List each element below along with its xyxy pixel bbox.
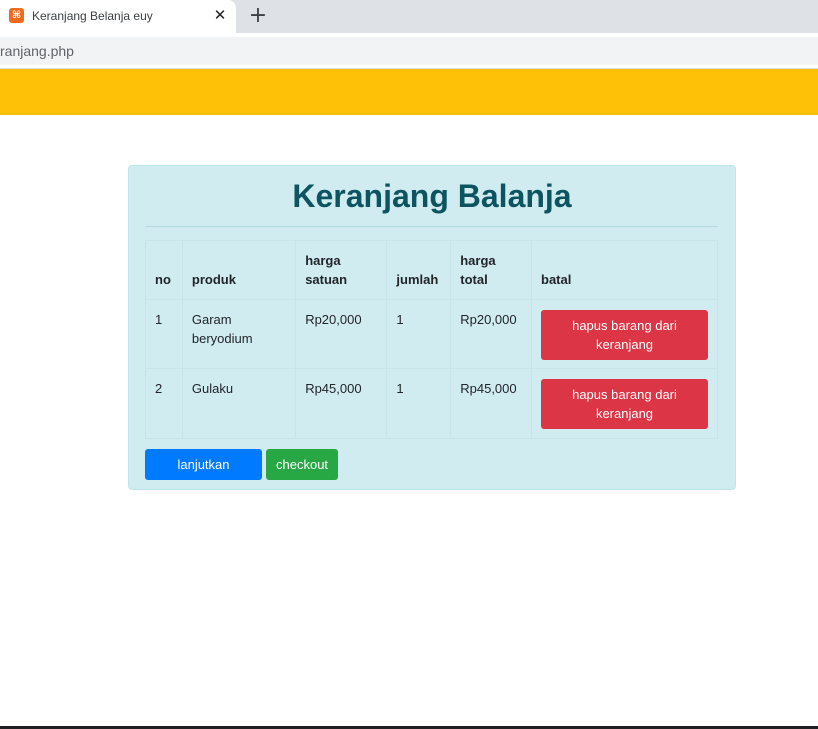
cell-batal: hapus barang dari keranjang	[531, 368, 718, 439]
remove-item-button[interactable]: hapus barang dari keranjang	[541, 379, 708, 429]
cell-harga-total: Rp45,000	[450, 368, 532, 439]
new-tab-icon[interactable]: +	[246, 4, 270, 28]
url-field[interactable]: ranjang.php	[0, 37, 818, 65]
table-header-row: no produk harga satuan jumlah harga total …	[145, 240, 718, 300]
cart-card: Keranjang Balanja no produk harga satuan …	[128, 165, 736, 503]
divider	[145, 226, 718, 227]
page-title: Keranjang Balanja	[292, 178, 572, 214]
cart-table: no produk harga satuan jumlah harga total …	[145, 240, 718, 439]
navbar	[0, 69, 818, 115]
header-harga-total: harga total	[450, 240, 532, 300]
table-row: 2 Gulaku Rp45,000 1 Rp45,000 hapus baran…	[145, 368, 718, 439]
remove-item-button[interactable]: hapus barang dari keranjang	[541, 309, 708, 360]
cell-no: 1	[145, 299, 183, 369]
url-text[interactable]: ranjang.php	[0, 43, 74, 59]
tab-title: Keranjang Belanja euy	[32, 9, 153, 23]
header-produk: produk	[181, 240, 297, 300]
browser-tab[interactable]: ⌘ Keranjang Belanja euy ✕	[0, 0, 236, 33]
tab-strip: ⌘ Keranjang Belanja euy ✕ +	[0, 0, 818, 33]
cell-produk: Garam beryodium	[181, 299, 297, 369]
header-harga-satuan: harga satuan	[295, 240, 388, 300]
cell-harga-total: Rp20,000	[450, 299, 532, 369]
header-jumlah: jumlah	[386, 240, 452, 300]
cell-no: 2	[145, 368, 183, 439]
cell-harga-satuan: Rp45,000	[295, 368, 388, 439]
header-no: no	[145, 240, 183, 300]
continue-shopping-button[interactable]: lanjutkan belanja	[145, 449, 262, 503]
xampp-favicon-icon: ⌘	[9, 8, 24, 23]
cell-batal: hapus barang dari keranjang	[531, 299, 718, 369]
cell-harga-satuan: Rp20,000	[295, 299, 388, 369]
address-bar: ranjang.php	[0, 33, 818, 69]
cell-produk: Gulaku	[181, 368, 297, 439]
close-tab-icon[interactable]: ✕	[210, 5, 230, 25]
cell-jumlah: 1	[386, 368, 452, 439]
checkout-button[interactable]: checkout	[266, 449, 338, 480]
table-row: 1 Garam beryodium Rp20,000 1 Rp20,000 hap…	[145, 299, 718, 369]
cell-jumlah: 1	[386, 299, 452, 369]
header-batal: batal	[531, 240, 718, 300]
